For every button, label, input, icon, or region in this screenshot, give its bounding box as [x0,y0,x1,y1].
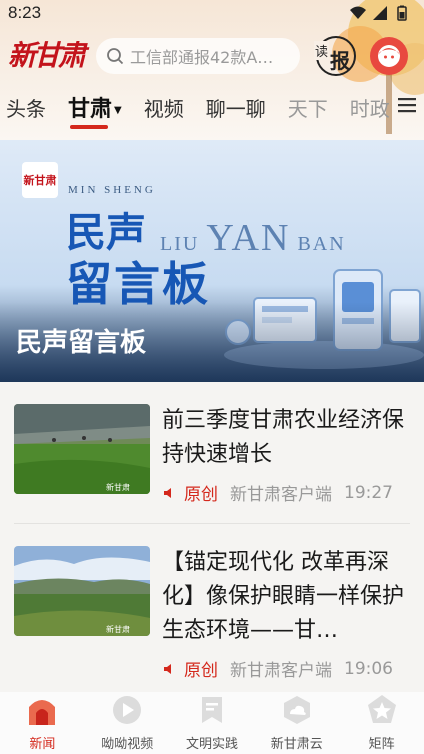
nav-video[interactable]: 呦呦视频 [85,692,170,754]
speaker-icon[interactable] [162,662,176,676]
tab-toutiao[interactable]: 头条 [6,93,46,122]
tab-world[interactable]: 天下 [288,93,328,122]
banner-carousel[interactable]: 新甘肃 MIN SHENG 民声 留言板 LIU YAN BAN 民声留言板 [0,140,424,382]
star-badge-icon [367,695,396,723]
nav-matrix[interactable]: 矩阵 [339,692,424,754]
wifi-icon [350,6,366,19]
search-input[interactable]: 工信部通报42款A… [96,38,300,74]
read-newspaper-button[interactable]: 读 报 [314,36,356,76]
read-newspaper-top: 读 [314,41,330,60]
battery-icon [397,5,407,21]
cloud-icon [283,696,310,724]
nav-civilization[interactable]: 文明实践 [170,692,255,754]
channel-tabs: 头条 甘肃 ▼ 视频 聊一聊 天下 时政 [0,86,424,129]
app-header: 新甘肃 工信部通报42款A… 读 报 [0,32,424,80]
news-source: 新甘肃客户端 [230,485,332,505]
search-placeholder: 工信部通报42款A… [130,48,274,67]
news-meta: 原创 新甘肃客户端 19:27 [162,480,393,505]
tab-video[interactable]: 视频 [144,93,184,122]
tab-politics[interactable]: 时政 [350,93,390,122]
banner-caption: 民声留言板 [16,328,147,358]
banner-logo: 新甘肃 [22,162,58,198]
user-face-icon [378,45,400,67]
speaker-icon[interactable] [162,486,176,500]
tab-gansu-label: 甘肃 [68,97,113,122]
app-logo[interactable]: 新甘肃 [8,38,86,74]
news-time: 19:27 [344,482,393,503]
read-newspaper-main: 报 [330,48,350,73]
nav-news-label: 新闻 [29,737,56,752]
bottom-nav: 新闻 呦呦视频 文明实践 新甘肃云 矩阵 [0,692,424,754]
news-meta: 原创 新甘肃客户端 19:06 [162,656,393,681]
nav-video-label: 呦呦视频 [101,737,154,752]
menu-icon[interactable] [396,94,418,116]
original-tag: 原创 [184,661,218,681]
bookmark-icon [201,697,222,723]
news-home-icon [29,700,56,725]
original-tag: 原创 [184,485,218,505]
nav-civilization-label: 文明实践 [185,737,238,752]
banner-english-title: LIU YAN BAN [160,216,346,260]
tab-chat[interactable]: 聊一聊 [206,93,266,122]
banner-english-b: YAN [206,217,291,259]
clock: 8:23 [8,3,42,22]
signal-icon [373,6,387,20]
search-icon [107,48,124,65]
status-bar: 8:23 [0,0,424,26]
thumbnail-watermark: 新甘肃 [106,482,130,492]
news-title: 前三季度甘肃农业经济保持快速增长 [162,408,405,467]
news-thumbnail: 新甘肃 [14,404,150,494]
news-time: 19:06 [344,658,393,679]
news-item[interactable]: 新甘肃 前三季度甘肃农业经济保持快速增长 原创 新甘肃客户端 19:27 [14,404,410,516]
news-title: 【锚定现代化 改革再深化】像保护眼睛一样保护生态环境——甘… [162,550,405,643]
nav-cloud-label: 新甘肃云 [270,737,323,752]
banner-subtitle: MIN SHENG [68,184,156,196]
nav-news[interactable]: 新闻 [0,692,85,754]
divider [14,523,410,524]
video-play-icon [113,696,142,724]
banner-english-a: LIU [160,233,200,255]
thumbnail-watermark: 新甘肃 [106,624,130,634]
nav-matrix-label: 矩阵 [368,737,395,752]
avatar[interactable] [370,37,408,75]
banner-english-c: BAN [297,233,346,255]
news-source: 新甘肃客户端 [230,661,332,681]
caret-down-icon: ▼ [114,104,122,116]
news-item[interactable]: 新甘肃 【锚定现代化 改革再深化】像保护眼睛一样保护生态环境——甘… 原创 新甘… [14,546,410,686]
news-thumbnail: 新甘肃 [14,546,150,636]
nav-cloud[interactable]: 新甘肃云 [254,692,339,754]
tab-gansu[interactable]: 甘肃 ▼ [68,91,122,129]
news-list: 新甘肃 前三季度甘肃农业经济保持快速增长 原创 新甘肃客户端 19:27 新甘肃… [0,382,424,692]
